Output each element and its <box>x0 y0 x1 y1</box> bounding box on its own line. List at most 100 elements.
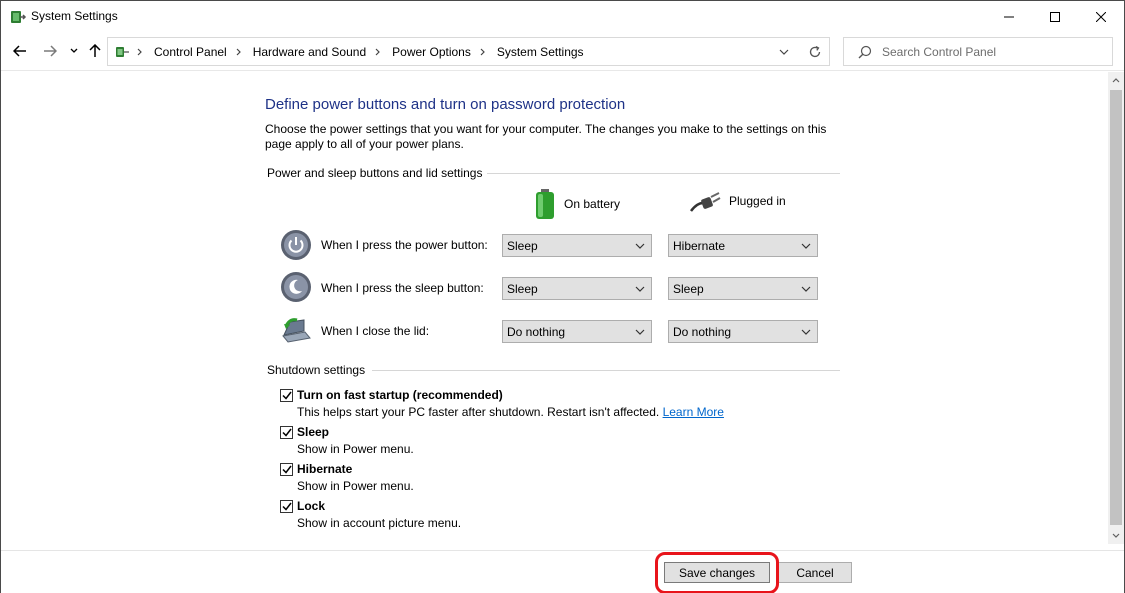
page-description: Choose the power settings that you want … <box>265 122 827 151</box>
hibernate-option: Hibernate <box>280 462 352 476</box>
fast-startup-description: This helps start your PC faster after sh… <box>297 405 724 419</box>
chevron-up-icon <box>1112 78 1120 83</box>
maximize-icon <box>1050 11 1060 22</box>
breadcrumb-separator-icon <box>372 48 384 56</box>
select-value: Sleep <box>673 281 704 296</box>
lid-close-plugged-select[interactable]: Do nothing <box>668 320 818 343</box>
cancel-button[interactable]: Cancel <box>778 562 852 583</box>
hibernate-label: Hibernate <box>297 462 353 476</box>
plugged-in-column-header: Plugged in <box>689 189 786 213</box>
fast-startup-checkbox[interactable] <box>280 388 293 402</box>
sleep-button-battery-select[interactable]: Sleep <box>502 277 652 300</box>
window: System Settings Control Panel Hardware a… <box>0 0 1125 593</box>
window-title: System Settings <box>31 9 118 23</box>
chevron-down-icon <box>801 243 811 249</box>
sleep-label: Sleep <box>297 425 330 439</box>
lid-close-label: When I close the lid: <box>321 324 430 338</box>
breadcrumb-power-options[interactable]: Power Options <box>384 45 477 59</box>
breadcrumb-separator-icon <box>477 48 489 56</box>
chevron-down-icon <box>801 329 811 335</box>
sleep-option: Sleep <box>280 425 329 439</box>
search-box[interactable] <box>843 37 1113 66</box>
fast-startup-label: Turn on fast startup (recommended) <box>297 388 503 402</box>
chevron-down-icon <box>1112 533 1120 538</box>
main-content: Define power buttons and turn on passwor… <box>1 72 1108 550</box>
power-button-plugged-select[interactable]: Hibernate <box>668 234 818 257</box>
on-battery-column-header: On battery <box>534 189 620 219</box>
power-button-icon <box>281 230 311 260</box>
select-value: Do nothing <box>507 324 566 339</box>
fast-startup-option: Turn on fast startup (recommended) <box>280 388 503 402</box>
power-section-title: Power and sleep buttons and lid settings <box>267 166 483 180</box>
up-button[interactable] <box>85 40 105 62</box>
lock-option: Lock <box>280 499 325 513</box>
select-value: Sleep <box>507 281 538 296</box>
power-options-app-icon <box>11 11 27 23</box>
save-changes-button[interactable]: Save changes <box>664 562 770 583</box>
plugged-in-label: Plugged in <box>729 194 786 208</box>
sleep-button-label: When I press the sleep button: <box>321 281 484 295</box>
breadcrumb-system-settings[interactable]: System Settings <box>489 45 590 59</box>
control-panel-icon <box>116 47 129 57</box>
sleep-checkbox[interactable] <box>280 425 293 439</box>
sleep-description: Show in Power menu. <box>297 442 414 456</box>
shutdown-section-divider <box>372 370 840 371</box>
minimize-icon <box>1004 16 1014 17</box>
lock-label: Lock <box>297 499 326 513</box>
checkmark-icon <box>281 428 292 437</box>
chevron-down-icon <box>635 243 645 249</box>
back-button[interactable] <box>9 40 31 62</box>
scroll-down-button[interactable] <box>1108 527 1124 544</box>
select-value: Sleep <box>507 238 538 253</box>
page-title: Define power buttons and turn on passwor… <box>265 96 626 113</box>
shutdown-section-title: Shutdown settings <box>267 363 366 377</box>
close-button[interactable] <box>1078 1 1124 32</box>
address-history-dropdown[interactable] <box>776 44 792 60</box>
breadcrumb: Control Panel Hardware and Sound Power O… <box>134 38 590 65</box>
battery-icon <box>536 189 554 219</box>
lid-close-battery-select[interactable]: Do nothing <box>502 320 652 343</box>
maximize-button[interactable] <box>1032 1 1078 32</box>
breadcrumb-separator-icon <box>233 48 245 56</box>
select-value: Hibernate <box>673 238 726 253</box>
power-button-label: When I press the power button: <box>321 238 488 252</box>
chevron-down-icon <box>70 48 78 53</box>
recent-locations-button[interactable] <box>67 40 81 62</box>
select-value: Do nothing <box>673 324 732 339</box>
refresh-button[interactable] <box>806 43 824 61</box>
breadcrumb-control-panel[interactable]: Control Panel <box>146 45 233 59</box>
footer-bar: Save changes Cancel <box>1 550 1124 593</box>
refresh-icon <box>809 45 821 58</box>
hibernate-description: Show in Power menu. <box>297 479 414 493</box>
laptop-lid-icon <box>282 318 311 343</box>
checkmark-icon <box>281 465 292 474</box>
fast-startup-desc-text: This helps start your PC faster after sh… <box>297 405 660 419</box>
forward-button[interactable] <box>39 40 61 62</box>
search-input[interactable] <box>882 43 1107 61</box>
sleep-button-plugged-select[interactable]: Sleep <box>668 277 818 300</box>
chevron-down-icon <box>801 286 811 292</box>
checkmark-icon <box>281 502 292 511</box>
breadcrumb-hardware-and-sound[interactable]: Hardware and Sound <box>245 45 372 59</box>
scroll-up-button[interactable] <box>1108 72 1124 89</box>
on-battery-label: On battery <box>564 197 621 211</box>
vertical-scrollbar[interactable] <box>1108 72 1124 544</box>
chevron-down-icon <box>779 49 789 55</box>
checkmark-icon <box>281 391 292 400</box>
hibernate-checkbox[interactable] <box>280 462 293 476</box>
chevron-down-icon <box>635 329 645 335</box>
address-bar[interactable]: Control Panel Hardware and Sound Power O… <box>107 37 830 66</box>
lock-checkbox[interactable] <box>280 499 293 513</box>
breadcrumb-separator-icon <box>134 48 146 56</box>
learn-more-link[interactable]: Learn More <box>663 405 724 419</box>
arrow-left-icon <box>13 45 26 57</box>
power-button-battery-select[interactable]: Sleep <box>502 234 652 257</box>
scrollbar-thumb[interactable] <box>1110 90 1122 525</box>
search-icon <box>858 45 872 59</box>
close-icon <box>1096 11 1106 22</box>
title-bar: System Settings <box>1 1 1124 32</box>
minimize-button[interactable] <box>986 1 1032 32</box>
power-section-divider <box>487 173 840 174</box>
arrow-up-icon <box>89 44 101 57</box>
lock-description: Show in account picture menu. <box>297 516 462 530</box>
